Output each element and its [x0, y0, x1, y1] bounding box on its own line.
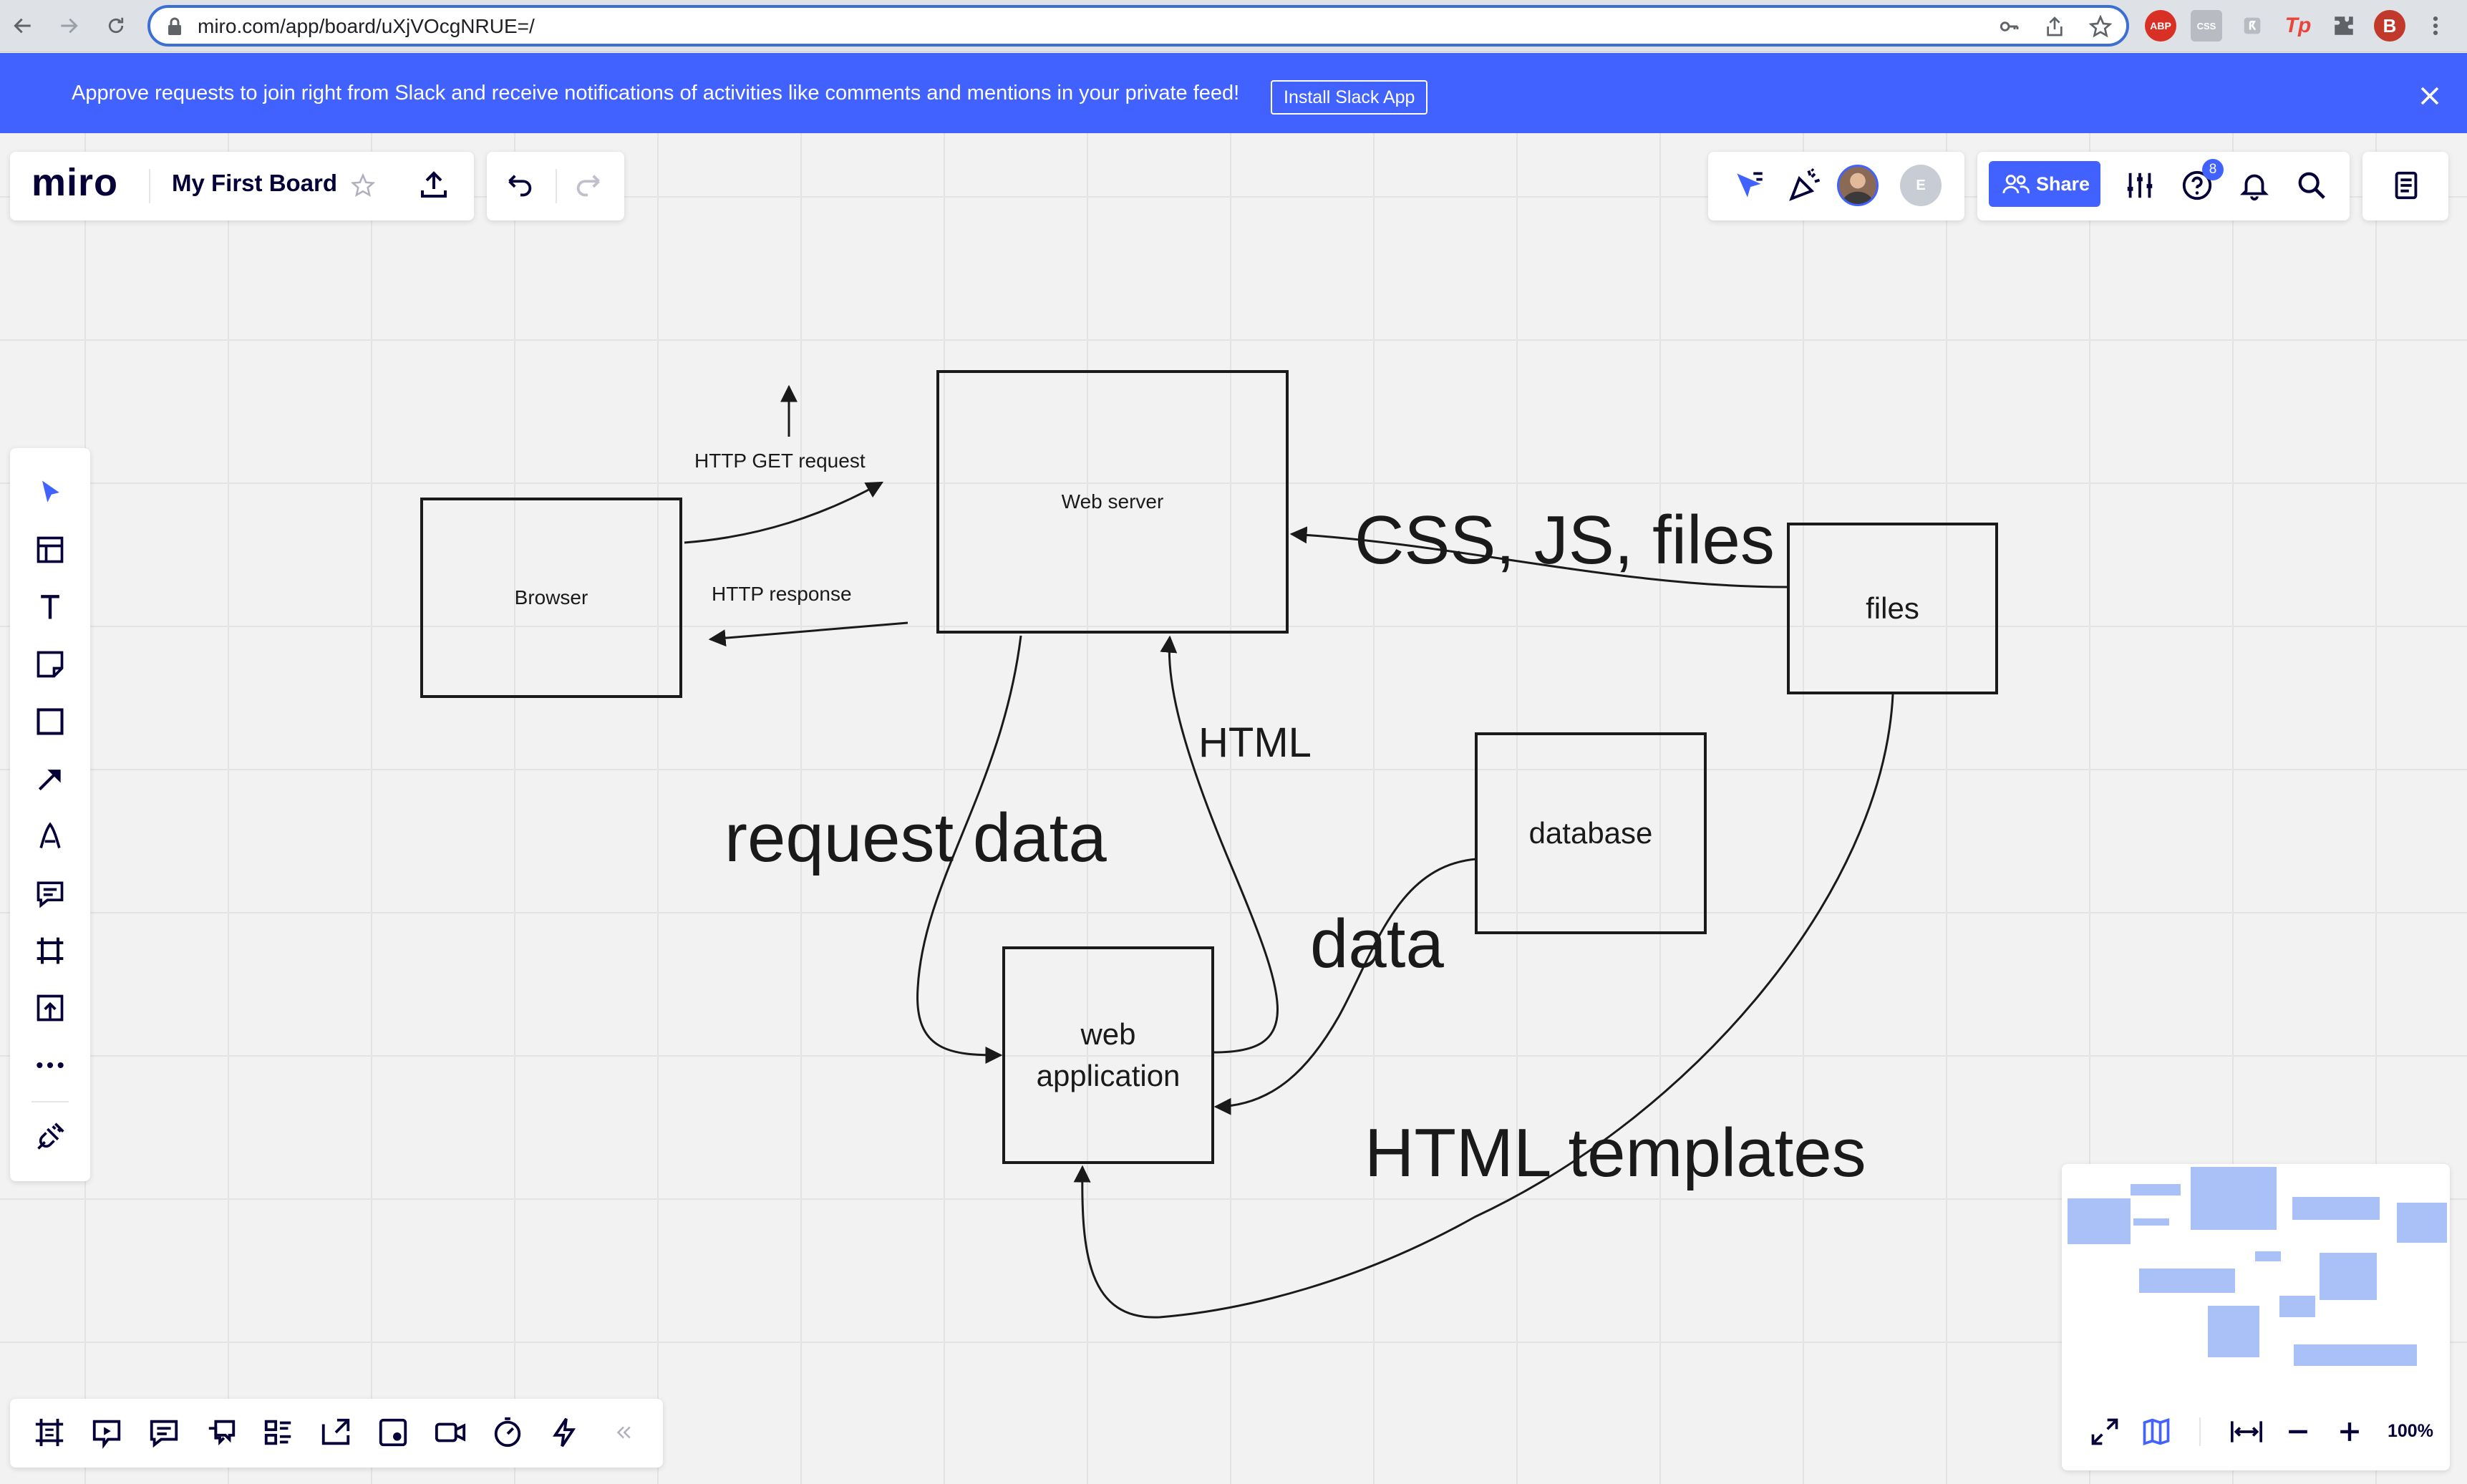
minimap-block — [2068, 1198, 2131, 1244]
help-badge: 8 — [2202, 159, 2224, 180]
minimap-block — [2397, 1203, 2447, 1243]
web-server-label: Web server — [1061, 490, 1164, 513]
text-icon[interactable] — [34, 591, 66, 623]
sticky-note-icon[interactable] — [34, 649, 66, 680]
minimap-block — [2191, 1167, 2277, 1230]
collapse-toolbar-icon[interactable] — [613, 1422, 634, 1443]
files-label: files — [1866, 591, 1919, 625]
user-avatar[interactable] — [1837, 165, 1879, 206]
shape-icon[interactable] — [34, 706, 66, 737]
minimap-block — [2139, 1269, 2235, 1293]
minimap-block — [2279, 1296, 2315, 1317]
search-icon[interactable] — [2295, 169, 2328, 202]
miro-logo[interactable]: miro — [31, 160, 118, 205]
zoom-in-icon[interactable] — [2334, 1416, 2365, 1447]
browser-label: Browser — [514, 586, 588, 608]
database-label: database — [1528, 816, 1653, 850]
divider — [149, 169, 150, 203]
video-embed-icon[interactable] — [377, 1416, 409, 1449]
web-application-box[interactable]: web application — [1002, 946, 1214, 1164]
arrow-http-get — [684, 481, 884, 544]
templates-icon[interactable] — [34, 534, 66, 566]
comments-icon[interactable] — [147, 1416, 180, 1449]
request-data-label[interactable]: request data — [724, 799, 1107, 878]
minimap-block — [2208, 1306, 2259, 1357]
divider — [2199, 1417, 2201, 1446]
presentation-icon[interactable] — [90, 1416, 123, 1449]
minimap[interactable] — [2063, 1165, 2448, 1389]
users-icon — [2002, 173, 2030, 195]
collaborator-avatar[interactable]: E — [1900, 165, 1942, 206]
apps-plug-icon[interactable] — [34, 1121, 66, 1153]
share-button[interactable]: Share — [1989, 161, 2100, 207]
web-application-label: web application — [1036, 1017, 1181, 1092]
minimap-block — [2292, 1197, 2380, 1220]
connection-line-icon[interactable] — [34, 763, 66, 795]
timer-icon[interactable] — [491, 1416, 524, 1449]
export-icon[interactable] — [417, 168, 451, 202]
redo-icon[interactable] — [573, 169, 606, 202]
board-title[interactable]: My First Board — [172, 170, 337, 197]
arrow-http-response — [708, 621, 908, 647]
cards-icon[interactable] — [262, 1416, 295, 1449]
http-response-label[interactable]: HTTP response — [712, 583, 852, 606]
http-get-label[interactable]: HTTP GET request — [694, 450, 866, 472]
bell-icon[interactable] — [2238, 169, 2271, 202]
fullscreen-icon[interactable] — [2089, 1416, 2121, 1447]
divider — [31, 1101, 69, 1102]
browser-box[interactable]: Browser — [420, 498, 682, 698]
video-call-icon[interactable] — [434, 1416, 467, 1449]
notes-icon[interactable] — [2390, 169, 2423, 202]
undo-icon[interactable] — [503, 169, 535, 202]
data-label[interactable]: data — [1310, 905, 1444, 984]
css-js-files-label[interactable]: CSS, JS, files — [1354, 501, 1775, 580]
select-cursor-icon[interactable] — [34, 477, 66, 508]
settings-sliders-icon[interactable] — [2123, 169, 2156, 202]
minimap-block — [2255, 1251, 2281, 1261]
minimap-block — [2131, 1184, 2181, 1196]
frame-icon[interactable] — [34, 935, 66, 966]
fit-to-screen-icon[interactable] — [2229, 1416, 2264, 1447]
chat-icon[interactable] — [205, 1416, 238, 1449]
share-label: Share — [2036, 173, 2090, 195]
celebrate-icon[interactable] — [1787, 166, 1824, 203]
more-tools-icon[interactable] — [34, 1049, 66, 1081]
pen-icon[interactable] — [34, 820, 66, 852]
divider — [556, 169, 557, 203]
html-templates-label[interactable]: HTML templates — [1365, 1114, 1866, 1193]
minimap-block — [2320, 1253, 2377, 1300]
zoom-out-icon[interactable] — [2282, 1416, 2314, 1447]
html-label[interactable]: HTML — [1198, 719, 1312, 767]
attention-cursor-icon[interactable] — [1731, 168, 1767, 203]
database-box[interactable]: database — [1475, 732, 1707, 934]
frames-icon[interactable] — [33, 1416, 66, 1449]
star-icon[interactable] — [351, 173, 375, 198]
share-screen-icon[interactable] — [319, 1416, 352, 1449]
zoom-level[interactable]: 100% — [2388, 1421, 2433, 1442]
lightning-icon[interactable] — [548, 1416, 581, 1449]
minimap-block — [2133, 1218, 2169, 1226]
files-box[interactable]: files — [1787, 523, 1998, 694]
minimap-block — [2294, 1344, 2417, 1366]
map-icon[interactable] — [2141, 1416, 2172, 1447]
upload-icon[interactable] — [34, 992, 66, 1024]
comment-icon[interactable] — [34, 878, 66, 909]
web-server-box[interactable]: Web server — [936, 370, 1289, 634]
